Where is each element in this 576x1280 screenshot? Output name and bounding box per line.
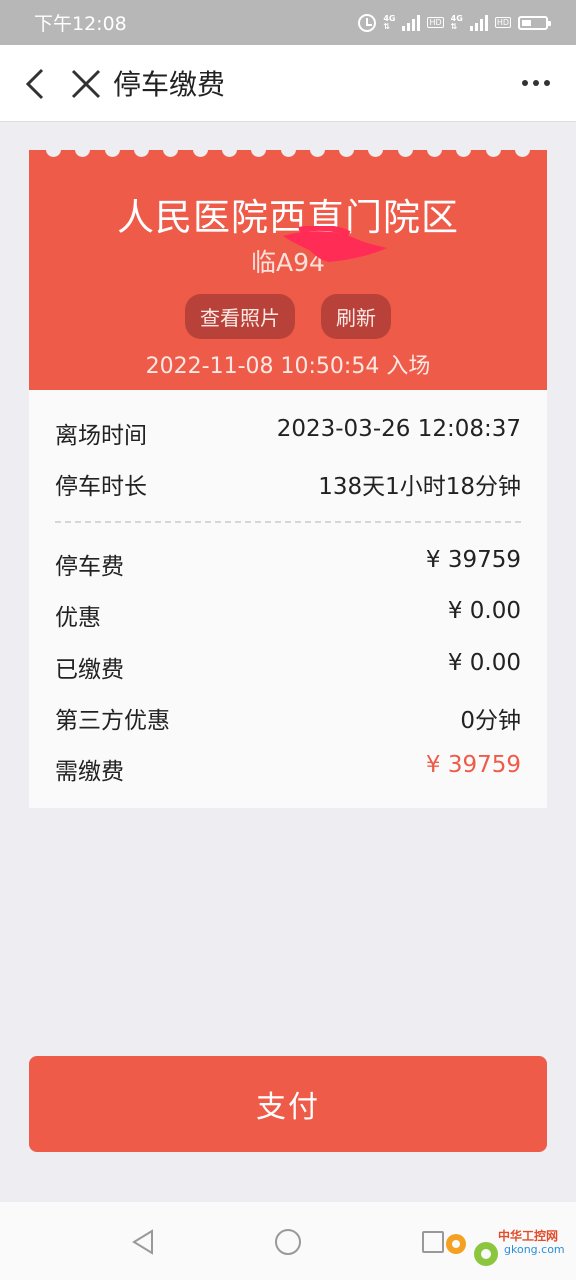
exit-time-value: 2023-03-26 12:08:37 xyxy=(276,416,521,442)
exit-time-label: 离场时间 xyxy=(55,423,147,449)
view-photos-button[interactable]: 查看照片 xyxy=(185,294,295,339)
discount-value: ¥ 0.00 xyxy=(447,598,521,624)
entry-time: 2022-11-08 10:50:54 入场 xyxy=(145,354,431,379)
signal-icon-2 xyxy=(469,14,488,31)
ticket-scallop-edge xyxy=(29,142,547,158)
hd-icon-2: HD xyxy=(494,17,511,28)
more-options-icon[interactable] xyxy=(522,75,554,91)
back-arrow-icon[interactable] xyxy=(22,67,52,101)
ticket-actions: 查看照片 刷新 xyxy=(29,294,547,339)
battery-icon xyxy=(518,15,551,30)
nav-bar: 停车缴费 xyxy=(0,45,576,122)
paid-value: ¥ 0.00 xyxy=(447,650,521,676)
watermark-title: 中华工控网 xyxy=(498,1229,559,1243)
discount-row: 优惠 ¥ 0.00 xyxy=(55,598,521,632)
network-type-icon: 4G ⇅ xyxy=(383,13,396,31)
close-icon[interactable] xyxy=(70,67,102,101)
duration-label: 停车时长 xyxy=(55,474,147,500)
pay-button[interactable]: 支付 xyxy=(29,1056,547,1152)
exit-time-row: 离场时间 2023-03-26 12:08:37 xyxy=(55,416,521,450)
clock: 下午12:08 xyxy=(34,13,127,35)
amount-due-label: 需缴费 xyxy=(55,759,124,785)
redaction-scribble xyxy=(283,226,387,262)
paid-label: 已缴费 xyxy=(55,657,124,683)
third-party-discount-label: 第三方优惠 xyxy=(55,708,170,734)
status-bar: 下午12:08 4G ⇅ HD 4G ⇅ HD xyxy=(0,0,576,45)
hd-icon: HD xyxy=(427,17,444,28)
system-nav-bar: 中华工控网 gkong.com xyxy=(0,1202,576,1280)
third-party-discount-value: 0分钟 xyxy=(460,708,521,734)
discount-label: 优惠 xyxy=(55,605,101,631)
status-icons: 4G ⇅ HD 4G ⇅ HD xyxy=(358,13,551,32)
ticket-header: 人民医院西直门院区 临A94 查看照片 刷新 2022-11-08 10:50:… xyxy=(29,142,547,390)
duration-row: 停车时长 138天1小时18分钟 xyxy=(55,467,521,501)
dashed-divider xyxy=(55,521,521,523)
parking-fee-label: 停车费 xyxy=(55,554,124,580)
refresh-button[interactable]: 刷新 xyxy=(321,294,391,339)
system-back-icon[interactable] xyxy=(130,1228,156,1256)
parking-fee-value: ¥ 39759 xyxy=(425,547,521,573)
system-home-icon[interactable] xyxy=(275,1229,301,1255)
signal-icon xyxy=(402,14,421,31)
paid-row: 已缴费 ¥ 0.00 xyxy=(55,650,521,684)
page-title: 停车缴费 xyxy=(113,68,226,101)
alarm-icon xyxy=(358,13,377,32)
third-party-discount-row: 第三方优惠 0分钟 xyxy=(55,701,521,735)
duration-value: 138天1小时18分钟 xyxy=(318,474,521,500)
amount-due-row: 需缴费 ¥ 39759 xyxy=(55,752,521,786)
watermark-site: gkong.com xyxy=(504,1243,565,1256)
network-type-icon-2: 4G ⇅ xyxy=(450,13,463,31)
fee-details: 离场时间 2023-03-26 12:08:37 停车时长 138天1小时18分… xyxy=(29,390,547,808)
parking-fee-row: 停车费 ¥ 39759 xyxy=(55,547,521,581)
amount-due-value: ¥ 39759 xyxy=(425,752,521,778)
